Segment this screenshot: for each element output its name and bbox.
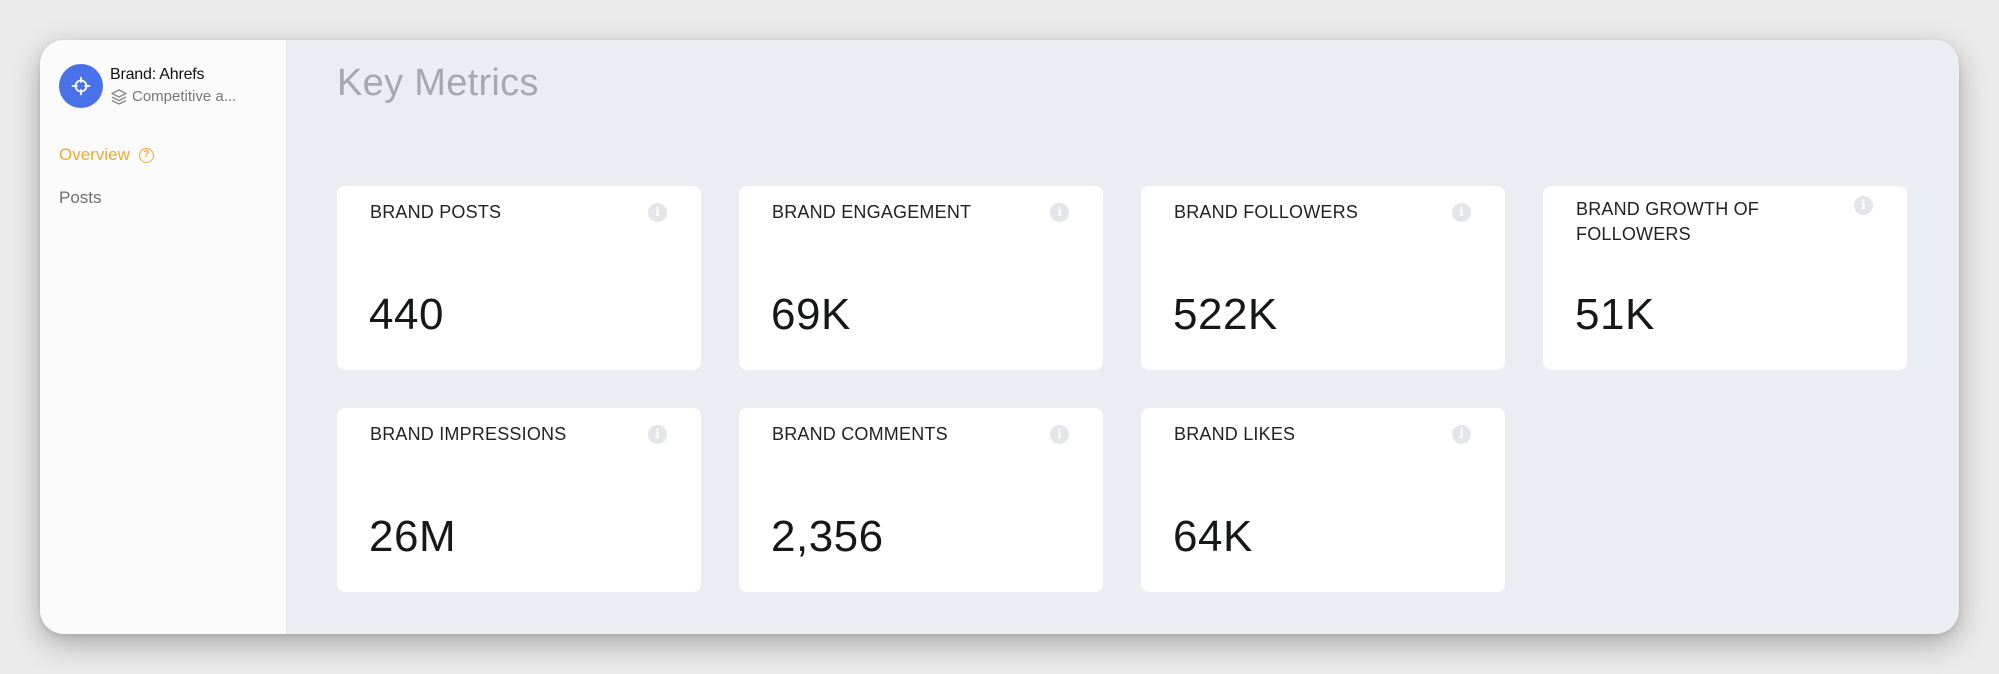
info-icon[interactable]: i (1854, 196, 1873, 215)
metric-card-brand-followers: BRAND FOLLOWERS i 522K (1141, 186, 1505, 370)
info-icon[interactable]: i (1050, 203, 1069, 222)
main-content: Key Metrics BRAND POSTS i 440 BRAND ENGA… (287, 40, 1959, 634)
metric-label: BRAND ENGAGEMENT (772, 202, 972, 222)
metric-value: 522K (1173, 290, 1278, 339)
brand-name: Brand: Ahrefs (110, 66, 205, 83)
sidebar: Brand: Ahrefs Competitive a... Overview … (40, 40, 287, 634)
metric-label: BRAND COMMENTS (772, 424, 948, 444)
metric-card-brand-comments: BRAND COMMENTS i 2,356 (739, 408, 1103, 592)
brand-text: Brand: Ahrefs Competitive a... (110, 65, 236, 107)
layers-icon (111, 89, 127, 105)
question-icon[interactable]: ? (138, 147, 154, 163)
metric-label: BRAND GROWTH OF FOLLOWERS (1576, 199, 1759, 244)
page-title: Key Metrics (337, 62, 539, 104)
metric-value: 2,356 (771, 512, 884, 561)
crosshair-icon (71, 76, 91, 96)
info-icon[interactable]: i (648, 425, 667, 444)
metric-label: BRAND IMPRESSIONS (370, 424, 567, 444)
info-icon[interactable]: i (1452, 203, 1471, 222)
sidebar-item-posts[interactable]: Posts (59, 187, 154, 209)
metric-card-brand-engagement: BRAND ENGAGEMENT i 69K (739, 186, 1103, 370)
brand-header[interactable]: Brand: Ahrefs Competitive a... (59, 64, 236, 108)
info-icon[interactable]: i (648, 203, 667, 222)
metric-card-brand-growth-of-followers: BRAND GROWTH OF FOLLOWERS i 51K (1543, 186, 1907, 370)
info-icon[interactable]: i (1452, 425, 1471, 444)
metric-value: 26M (369, 512, 457, 561)
metric-card-brand-likes: BRAND LIKES i 64K (1141, 408, 1505, 592)
metric-value: 64K (1173, 512, 1253, 561)
metric-label: BRAND LIKES (1174, 424, 1296, 444)
metric-card-brand-impressions: BRAND IMPRESSIONS i 26M (337, 408, 701, 592)
metric-card-brand-posts: BRAND POSTS i 440 (337, 186, 701, 370)
info-icon[interactable]: i (1050, 425, 1069, 444)
metric-value: 69K (771, 290, 851, 339)
sidebar-item-label: Overview (59, 145, 130, 164)
sidebar-item-overview[interactable]: Overview ? (59, 144, 154, 166)
metric-value: 51K (1575, 290, 1655, 339)
brand-subtitle: Competitive a... (110, 87, 236, 107)
sidebar-nav: Overview ? Posts (59, 144, 154, 230)
brand-subtitle-text: Competitive a... (132, 88, 237, 105)
metric-label: BRAND POSTS (370, 202, 502, 222)
brand-avatar[interactable] (59, 64, 103, 108)
app-window: Brand: Ahrefs Competitive a... Overview … (40, 40, 1959, 634)
metric-label: BRAND FOLLOWERS (1174, 202, 1359, 222)
sidebar-item-label: Posts (59, 188, 102, 207)
metric-value: 440 (369, 290, 444, 339)
